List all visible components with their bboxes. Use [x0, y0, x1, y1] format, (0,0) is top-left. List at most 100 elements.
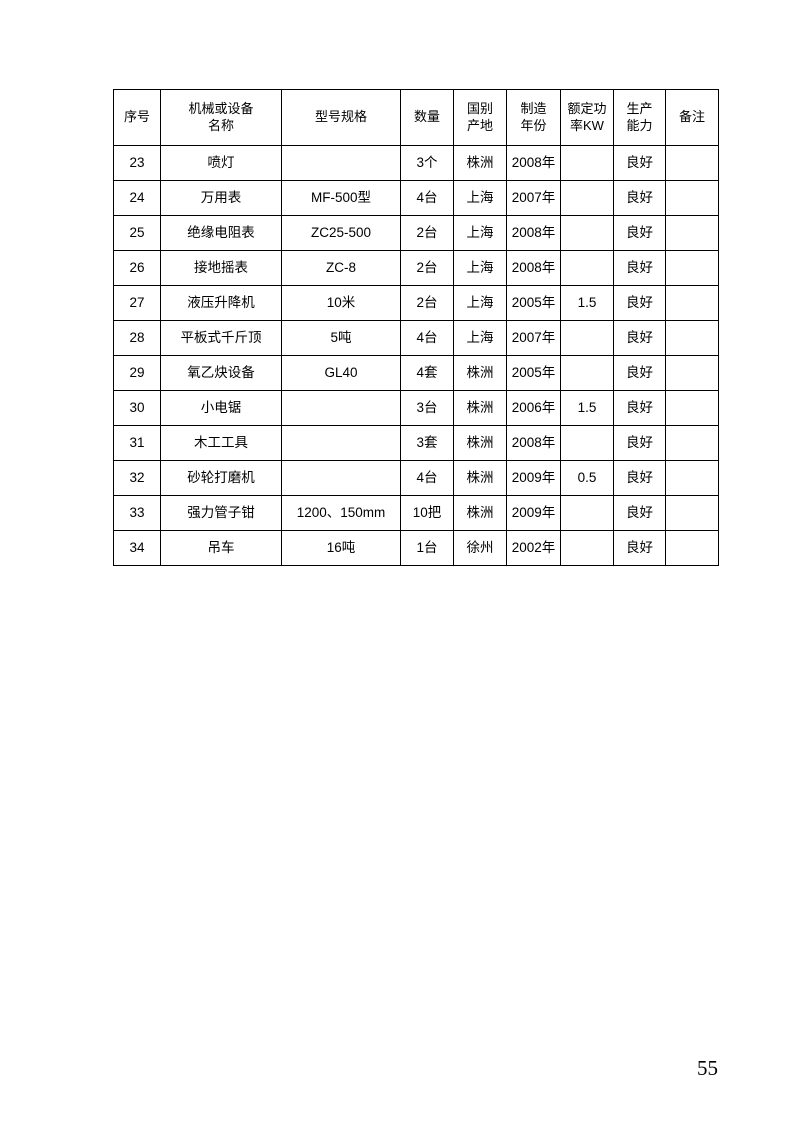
cell-power: [560, 180, 614, 216]
cell-year: 2002年: [506, 530, 561, 566]
cell-qty: 3台: [400, 390, 454, 426]
cell-name: 木工工具: [160, 425, 282, 461]
cell-power: [560, 145, 614, 181]
cell-qty: 10把: [400, 495, 454, 531]
column-header-power: 额定功 率KW: [560, 89, 614, 146]
equipment-inventory-table: 序号 机械或设备 名称 型号规格 数量 国别 产地 制造 年份 额定功 率KW 生产 能力 备注 23 喷灯…: [113, 89, 719, 566]
cell-seq: 24: [113, 180, 161, 216]
table-row: 24 万用表 MF-500型 4台 上海 2007年 良好: [113, 180, 719, 216]
column-header-year: 制造 年份: [506, 89, 561, 146]
table-row: 28 平板式千斤顶 5吨 4台 上海 2007年 良好: [113, 320, 719, 356]
cell-seq: 32: [113, 460, 161, 496]
document-page: 序号 机械或设备 名称 型号规格 数量 国别 产地 制造 年份 额定功 率KW 生产 能力 备注 23 喷灯…: [0, 0, 794, 1123]
cell-remark: [665, 460, 719, 496]
cell-year: 2008年: [506, 250, 561, 286]
cell-remark: [665, 180, 719, 216]
cell-power: 1.5: [560, 390, 614, 426]
cell-seq: 31: [113, 425, 161, 461]
column-header-line1: 生产: [626, 100, 653, 116]
cell-seq: 30: [113, 390, 161, 426]
cell-cap: 良好: [613, 530, 666, 566]
cell-remark: [665, 145, 719, 181]
table-row: 31 木工工具 3套 株洲 2008年 良好: [113, 425, 719, 461]
cell-origin: 株洲: [453, 145, 507, 181]
table-row: 33 强力管子钳 1200、150mm 10把 株洲 2009年 良好: [113, 495, 719, 531]
cell-year: 2008年: [506, 425, 561, 461]
cell-name: 氧乙炔设备: [160, 355, 282, 391]
cell-qty: 4套: [400, 355, 454, 391]
cell-name: 绝缘电阻表: [160, 215, 282, 251]
cell-model: 16吨: [281, 530, 401, 566]
cell-cap: 良好: [613, 355, 666, 391]
cell-year: 2008年: [506, 215, 561, 251]
cell-origin: 株洲: [453, 425, 507, 461]
cell-model: 1200、150mm: [281, 495, 401, 531]
table-row: 29 氧乙炔设备 GL40 4套 株洲 2005年 良好: [113, 355, 719, 391]
cell-origin: 上海: [453, 180, 507, 216]
table-row: 32 砂轮打磨机 4台 株洲 2009年 0.5 良好: [113, 460, 719, 496]
cell-qty: 4台: [400, 180, 454, 216]
cell-model: MF-500型: [281, 180, 401, 216]
cell-cap: 良好: [613, 145, 666, 181]
cell-qty: 4台: [400, 320, 454, 356]
column-header-seq: 序号: [113, 89, 161, 146]
cell-remark: [665, 355, 719, 391]
column-header-line1: 额定功: [567, 100, 607, 116]
cell-qty: 2台: [400, 285, 454, 321]
cell-name: 强力管子钳: [160, 495, 282, 531]
cell-remark: [665, 530, 719, 566]
cell-qty: 4台: [400, 460, 454, 496]
table-row: 30 小电锯 3台 株洲 2006年 1.5 良好: [113, 390, 719, 426]
cell-seq: 34: [113, 530, 161, 566]
cell-remark: [665, 495, 719, 531]
cell-cap: 良好: [613, 460, 666, 496]
cell-name: 砂轮打磨机: [160, 460, 282, 496]
cell-model: ZC25-500: [281, 215, 401, 251]
column-header-remark: 备注: [665, 89, 719, 146]
table-body: 23 喷灯 3个 株洲 2008年 良好 24 万用表 MF-500型 4台 上海 2007年 良好 25…: [113, 145, 719, 566]
cell-origin: 上海: [453, 250, 507, 286]
cell-year: 2007年: [506, 320, 561, 356]
cell-cap: 良好: [613, 250, 666, 286]
cell-model: [281, 425, 401, 461]
cell-name: 喷灯: [160, 145, 282, 181]
cell-power: 1.5: [560, 285, 614, 321]
table-row: 34 吊车 16吨 1台 徐州 2002年 良好: [113, 530, 719, 566]
cell-cap: 良好: [613, 495, 666, 531]
cell-remark: [665, 320, 719, 356]
cell-seq: 25: [113, 215, 161, 251]
cell-year: 2007年: [506, 180, 561, 216]
cell-origin: 徐州: [453, 530, 507, 566]
table-row: 25 绝缘电阻表 ZC25-500 2台 上海 2008年 良好: [113, 215, 719, 251]
cell-power: [560, 495, 614, 531]
cell-power: [560, 355, 614, 391]
cell-seq: 33: [113, 495, 161, 531]
column-header-origin: 国别 产地: [453, 89, 507, 146]
cell-origin: 株洲: [453, 390, 507, 426]
cell-year: 2009年: [506, 460, 561, 496]
cell-name: 平板式千斤顶: [160, 320, 282, 356]
cell-origin: 株洲: [453, 355, 507, 391]
column-header-line2: 名称: [207, 117, 234, 133]
cell-remark: [665, 250, 719, 286]
cell-origin: 上海: [453, 215, 507, 251]
column-header-line2: 率KW: [570, 117, 604, 133]
column-header-line1: 国别: [466, 100, 493, 116]
cell-year: 2008年: [506, 145, 561, 181]
cell-name: 吊车: [160, 530, 282, 566]
cell-cap: 良好: [613, 285, 666, 321]
cell-model: ZC-8: [281, 250, 401, 286]
cell-power: [560, 250, 614, 286]
column-header-qty: 数量: [400, 89, 454, 146]
cell-cap: 良好: [613, 320, 666, 356]
cell-year: 2006年: [506, 390, 561, 426]
cell-seq: 29: [113, 355, 161, 391]
cell-model: [281, 460, 401, 496]
column-header-line1: 制造: [520, 100, 547, 116]
cell-name: 万用表: [160, 180, 282, 216]
cell-remark: [665, 425, 719, 461]
cell-name: 液压升降机: [160, 285, 282, 321]
cell-origin: 上海: [453, 285, 507, 321]
cell-origin: 上海: [453, 320, 507, 356]
cell-origin: 株洲: [453, 495, 507, 531]
